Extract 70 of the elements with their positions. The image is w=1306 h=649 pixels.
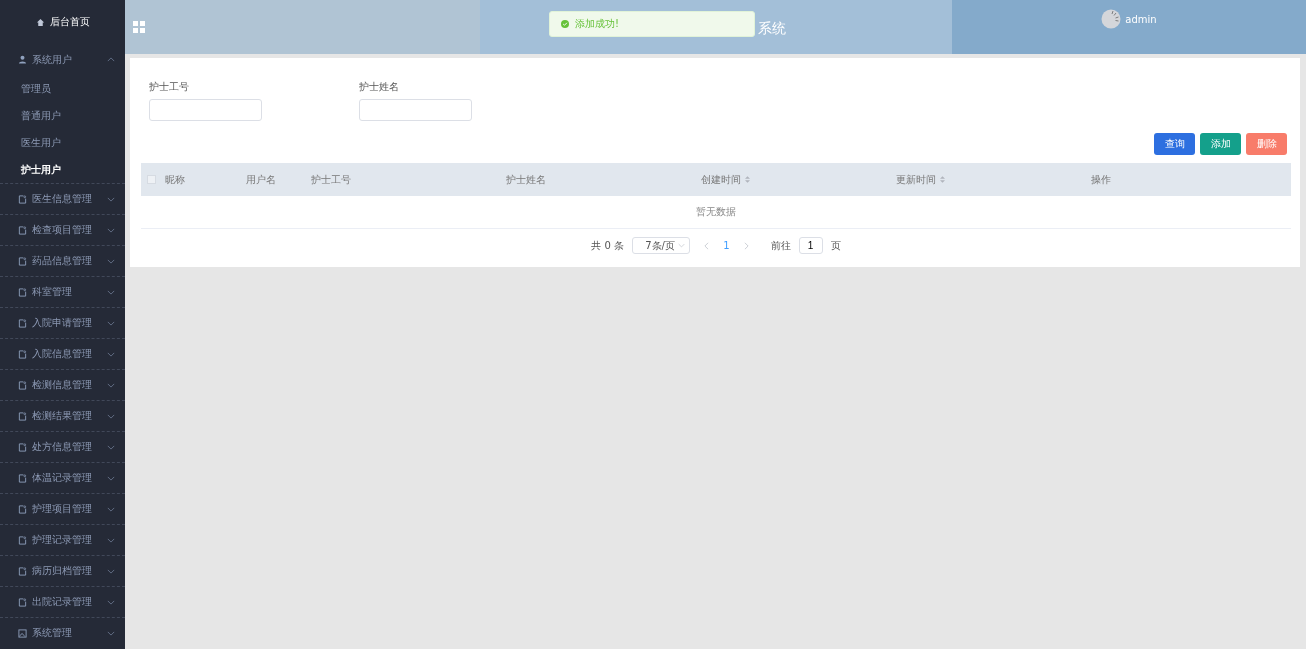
avatar-icon[interactable] [1101, 9, 1122, 29]
document-icon [18, 535, 27, 545]
chevron-icon [107, 289, 115, 295]
action-button[interactable]: 查询 [1154, 133, 1195, 155]
document-icon [18, 380, 27, 390]
chevron-icon [107, 57, 115, 62]
chevron-icon [107, 630, 115, 636]
chevron-icon [107, 351, 115, 357]
empty-text: 暂无数据 [696, 205, 736, 219]
sidebar-subitem[interactable]: 医生用户 [0, 129, 125, 156]
chevron-icon [107, 568, 115, 574]
document-icon [18, 473, 27, 483]
column-header: 创建时间 [701, 172, 741, 187]
action-button[interactable]: 添加 [1200, 133, 1241, 155]
chevron-icon [107, 320, 115, 326]
home-icon [35, 17, 45, 27]
page-size-select[interactable]: 7条/页 [632, 237, 691, 254]
sidebar-subitem[interactable]: 护士用户 [0, 156, 125, 183]
field-label: 护士工号 [149, 80, 190, 94]
document-icon [18, 194, 27, 204]
document-icon [18, 504, 27, 514]
chevron-icon [107, 196, 115, 202]
input-field[interactable] [149, 99, 262, 121]
column-header: 护士工号 [311, 172, 351, 187]
person-icon [18, 55, 27, 64]
column-header: 用户名 [246, 172, 276, 187]
column-header: 昵称 [165, 172, 185, 187]
document-icon [18, 256, 27, 266]
sidebar-item[interactable]: 后台首页 [0, 0, 125, 44]
caret-icon [678, 243, 686, 248]
document-icon [18, 225, 27, 235]
app-title: 系统 [758, 20, 786, 38]
check-circle-icon [561, 20, 569, 28]
page-input[interactable]: 1 [798, 237, 823, 254]
chevron-icon [107, 227, 115, 233]
document-icon [18, 411, 27, 421]
prev-page-icon[interactable] [704, 241, 710, 250]
sidebar-item[interactable]: 系统用户 [0, 44, 125, 75]
checkbox[interactable] [147, 175, 156, 184]
document-icon [18, 318, 27, 328]
chevron-icon [107, 537, 115, 543]
chevron-icon [107, 382, 115, 388]
column-header: 护士姓名 [506, 172, 546, 187]
column-header: 更新时间 [896, 172, 936, 187]
document-icon [18, 442, 27, 452]
sidebar-subitem[interactable]: 管理员 [0, 75, 125, 102]
menu-icon[interactable] [133, 21, 145, 33]
sidebar-subitem[interactable]: 普通用户 [0, 102, 125, 129]
chevron-icon [107, 444, 115, 450]
chevron-icon [107, 258, 115, 264]
field-label: 护士姓名 [359, 80, 400, 94]
image-icon [18, 628, 27, 638]
input-field[interactable] [359, 99, 472, 121]
document-icon [18, 287, 27, 297]
document-icon [18, 349, 27, 359]
chevron-icon [107, 506, 115, 512]
page-suffix: 页 [830, 238, 841, 253]
goto-label: 前往 [770, 238, 791, 253]
total-count: 共 0 条 [591, 238, 625, 253]
success-toast: 添加成功! [549, 11, 755, 37]
column-header: 操作 [1091, 172, 1111, 187]
chevron-icon [107, 599, 115, 605]
document-icon [18, 597, 27, 607]
next-page-icon[interactable] [743, 241, 749, 250]
sort-icon[interactable] [940, 176, 945, 183]
chevron-icon [107, 475, 115, 481]
sort-icon[interactable] [745, 176, 750, 183]
page-number[interactable]: 1 [723, 240, 730, 251]
chevron-icon [107, 413, 115, 419]
document-icon [18, 566, 27, 576]
